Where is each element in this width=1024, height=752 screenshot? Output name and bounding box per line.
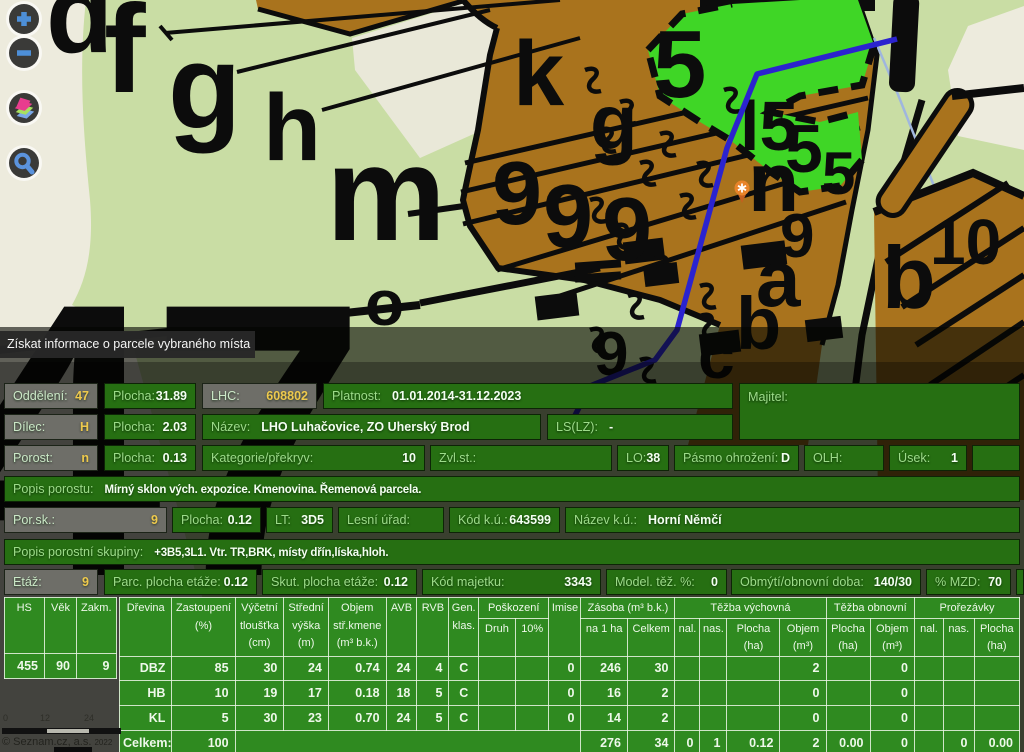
- svg-text:9: 9: [543, 167, 593, 267]
- svg-text:5: 5: [785, 111, 823, 187]
- svg-text:9: 9: [492, 144, 542, 244]
- svg-text:h: h: [263, 75, 321, 181]
- svg-text:9: 9: [602, 180, 652, 280]
- svg-text:b: b: [882, 228, 936, 327]
- svg-text:5: 5: [653, 11, 706, 118]
- svg-text:10: 10: [930, 206, 1001, 278]
- svg-text:g: g: [590, 78, 638, 166]
- svg-text:5: 5: [822, 140, 855, 207]
- svg-text:g: g: [168, 20, 241, 154]
- svg-text:f: f: [104, 0, 146, 119]
- svg-text:k: k: [513, 23, 565, 125]
